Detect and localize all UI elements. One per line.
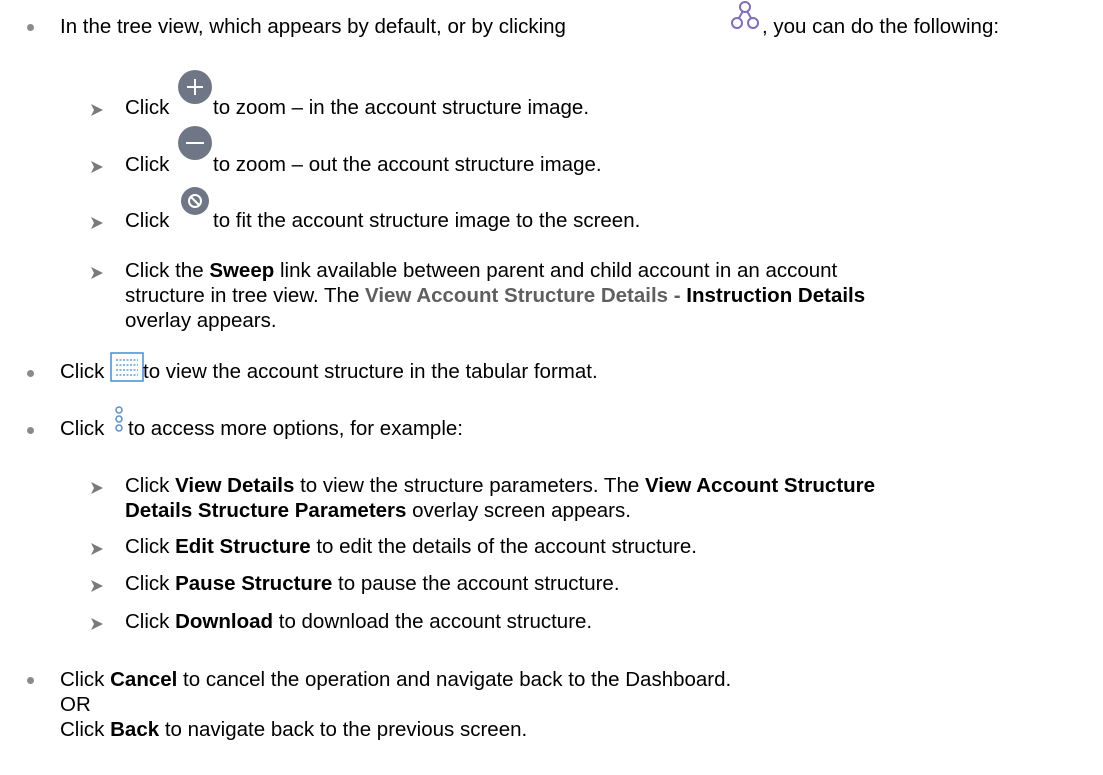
zoom-out-line: Click [125, 153, 170, 176]
cancel-line: Click Cancel to cancel the operation and… [60, 668, 732, 691]
sweep-line-1: Click the Sweep link available between p… [125, 259, 838, 282]
sweep-line-3: overlay appears. [125, 309, 277, 332]
back-line: Click Back to navigate back to the previ… [60, 718, 528, 741]
tree-view-icon [731, 1, 759, 29]
sweep-line-2: structure in tree view. The View Account… [125, 284, 866, 307]
sweep-link: Sweep [209, 259, 275, 282]
zoom-out-desc: to zoom – out the account structure imag… [213, 153, 602, 176]
table-view-icon [110, 352, 144, 382]
arrow-bullet [91, 580, 103, 592]
download-line: Click Download to download the account s… [125, 610, 593, 633]
tabular-desc: to view the account structure in the tab… [143, 360, 598, 383]
zoom-in-desc: to zoom – in the account structure image… [213, 96, 590, 119]
arrow-bullet [91, 618, 103, 630]
or-line: OR [60, 693, 91, 716]
edit-line: Click Edit Structure to edit the details… [125, 535, 697, 558]
arrow-bullet [91, 543, 103, 555]
zoom-out-icon [178, 126, 212, 160]
bullet [27, 427, 34, 434]
zoom-in-line: Click [125, 96, 170, 119]
bullet [27, 24, 34, 31]
tree-intro-line: In the tree view, which appears by defau… [60, 15, 566, 39]
arrow-bullet [91, 267, 103, 279]
fit-desc: to fit the account structure image to th… [213, 209, 641, 232]
pause-line: Click Pause Structure to pause the accou… [125, 572, 620, 595]
view-details-line-1: Click View Details to view the structure… [125, 474, 876, 497]
bullet [27, 370, 34, 377]
arrow-bullet [91, 161, 103, 173]
arrow-bullet [91, 482, 103, 494]
arrow-bullet [91, 217, 103, 229]
arrow-bullet [91, 104, 103, 116]
fit-line: Click [125, 209, 170, 232]
view-details-line-2: Details Structure Parameters overlay scr… [125, 499, 631, 522]
tree-intro-after: , you can do the following: [762, 15, 1000, 38]
more-options-icon [115, 406, 123, 432]
zoom-in-icon [178, 70, 212, 104]
tree-intro-text: In the tree view, which appears by defau… [60, 15, 566, 38]
fit-to-screen-icon [181, 187, 209, 215]
bullet [27, 677, 34, 684]
tabular-line: Click [60, 360, 105, 383]
more-desc: to access more options, for example: [128, 417, 463, 440]
more-line: Click [60, 417, 105, 440]
